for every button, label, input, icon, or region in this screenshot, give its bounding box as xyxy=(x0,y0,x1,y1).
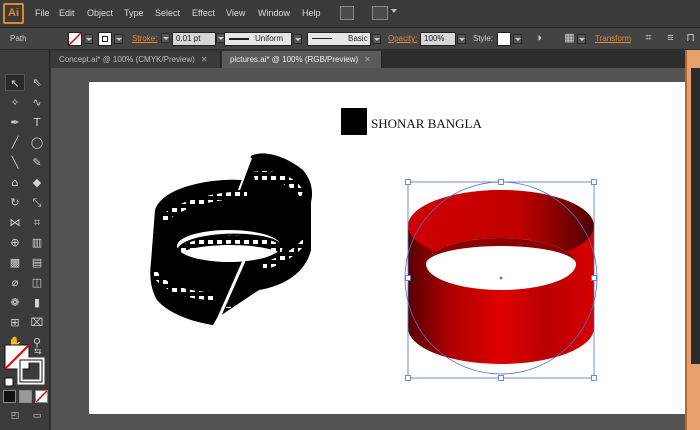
slice-tool-icon[interactable]: ⌧ xyxy=(27,314,47,331)
screen-mode-icon[interactable]: ▭ xyxy=(27,408,47,425)
tab-concept[interactable]: Concept.ai* @ 100% (CMYK/Preview) ✕ xyxy=(51,51,221,68)
opacity-field[interactable]: 100% xyxy=(420,32,456,46)
shape-builder-tool-icon[interactable]: ⊕ xyxy=(5,234,25,251)
menu-type[interactable]: Type xyxy=(124,8,144,18)
selection-type-label: Path xyxy=(10,34,27,43)
magic-wand-tool-icon[interactable]: ✧ xyxy=(5,94,25,111)
profile-dropdown[interactable] xyxy=(293,34,302,44)
menu-effect[interactable]: Effect xyxy=(192,8,215,18)
opacity-dropdown[interactable] xyxy=(457,34,466,44)
gradient-mode-icon[interactable] xyxy=(19,390,32,403)
lasso-tool-icon[interactable]: ∿ xyxy=(27,94,47,111)
black-square-shape[interactable] xyxy=(341,108,367,135)
stroke-label[interactable]: Stroke: xyxy=(132,34,157,43)
film-reel-graphic[interactable] xyxy=(143,150,323,330)
tab-label: Concept.ai* @ 100% (CMYK/Preview) xyxy=(59,55,195,64)
scale-tool-icon[interactable]: ⤡ xyxy=(27,194,47,211)
pen-tool-icon[interactable]: ✒ xyxy=(5,114,25,131)
artboard-title[interactable]: SHONAR BANGLA xyxy=(371,116,482,132)
gradient-tool-icon[interactable]: ▤ xyxy=(27,254,47,271)
stroke-weight-field[interactable]: 0.01 pt xyxy=(172,32,216,46)
isolate-object-icon[interactable]: ⌗ xyxy=(642,32,655,45)
color-mode-icon[interactable] xyxy=(3,390,16,403)
close-icon[interactable]: ✕ xyxy=(201,55,208,64)
column-graph-tool-icon[interactable]: ▮ xyxy=(27,294,47,311)
align-grid-icon[interactable]: ▦ xyxy=(563,32,576,45)
rotate-tool-icon[interactable]: ↻ xyxy=(5,194,25,211)
eraser-tool-icon[interactable]: ◆ xyxy=(27,174,47,191)
none-mode-icon[interactable] xyxy=(35,390,48,403)
red-ring-graphic[interactable] xyxy=(404,178,604,388)
document-tab-bar: Concept.ai* @ 100% (CMYK/Preview) ✕ pictu… xyxy=(51,51,700,68)
variable-width-profile[interactable]: Uniform xyxy=(224,32,292,46)
selection-tool-icon[interactable]: ↖ xyxy=(5,74,25,91)
fill-stroke-widget-icon[interactable]: ⇆ xyxy=(4,344,46,390)
fill-dropdown[interactable] xyxy=(84,34,93,44)
transform-label[interactable]: Transform xyxy=(595,34,631,43)
ellipse-tool-icon[interactable]: ◯ xyxy=(27,134,47,151)
arrange-documents-icon[interactable] xyxy=(372,6,388,20)
brush-label: Basic xyxy=(348,34,368,43)
bridge-icon[interactable] xyxy=(340,6,354,20)
app-logo: Ai xyxy=(3,3,24,24)
mesh-tool-icon[interactable]: ▩ xyxy=(5,254,25,271)
graphic-style-swatch[interactable] xyxy=(497,32,511,46)
panel-body xyxy=(691,68,700,364)
menu-bar: Ai File Edit Object Type Select Effect V… xyxy=(0,0,700,28)
opacity-label[interactable]: Opacity: xyxy=(388,34,417,43)
blend-tool-icon[interactable]: ◫ xyxy=(27,274,47,291)
recolor-artwork-icon[interactable]: ◑ xyxy=(532,32,545,45)
menu-view[interactable]: View xyxy=(226,8,245,18)
stroke-swatch[interactable] xyxy=(98,32,112,46)
artboard-tool-icon[interactable]: ⊞ xyxy=(5,314,25,331)
direct-selection-tool-icon[interactable]: ⇖ xyxy=(27,74,47,91)
menu-file[interactable]: File xyxy=(35,8,50,18)
symbol-sprayer-tool-icon[interactable]: ❁ xyxy=(5,294,25,311)
menu-object[interactable]: Object xyxy=(87,8,113,18)
artboard[interactable]: SHONAR BANGLA xyxy=(89,82,685,414)
collapsed-panel-dock[interactable] xyxy=(685,50,700,430)
menu-edit[interactable]: Edit xyxy=(59,8,75,18)
none-swatch-icon xyxy=(69,33,81,45)
tab-pictures[interactable]: pictures.ai* @ 100% (RGB/Preview) ✕ xyxy=(222,51,382,68)
stroke-weight-stepper[interactable] xyxy=(161,33,170,43)
profile-label: Uniform xyxy=(255,34,284,43)
eyedropper-tool-icon[interactable]: ⌀ xyxy=(5,274,25,291)
svg-text:⇆: ⇆ xyxy=(34,347,42,357)
style-label: Style: xyxy=(473,34,494,43)
blob-brush-tool-icon[interactable]: ⌂ xyxy=(5,174,25,191)
control-bar: Path Stroke: 0.01 pt Uniform Basic Opaci… xyxy=(0,28,700,50)
menu-select[interactable]: Select xyxy=(155,8,180,18)
canvas-area[interactable]: SHONAR BANGLA xyxy=(51,68,685,430)
paintbrush-tool-icon[interactable]: ╲ xyxy=(5,154,25,171)
perspective-grid-tool-icon[interactable]: ▥ xyxy=(27,234,47,251)
pencil-tool-icon[interactable]: ✎ xyxy=(27,154,47,171)
line-segment-tool-icon[interactable]: ╱ xyxy=(5,134,25,151)
tools-panel: ↖ ⇖ ✧ ∿ ✒ T ╱ ◯ ╲ ✎ ⌂ ◆ ↻ ⤡ ⋈ ⌗ ⊕ ▥ ▩ ▤ … xyxy=(0,50,50,430)
brush-definition[interactable]: Basic xyxy=(307,32,371,46)
width-tool-icon[interactable]: ⋈ xyxy=(5,214,25,231)
panel-menu-icon[interactable]: ≡ xyxy=(664,32,677,45)
align-dropdown[interactable] xyxy=(577,34,586,44)
fill-swatch[interactable] xyxy=(68,32,82,46)
menu-help[interactable]: Help xyxy=(302,8,321,18)
chevron-down-icon[interactable] xyxy=(391,9,397,13)
menu-window[interactable]: Window xyxy=(258,8,290,18)
free-transform-tool-icon[interactable]: ⌗ xyxy=(27,214,47,231)
draw-mode-icon[interactable]: ◰ xyxy=(5,408,25,425)
brush-dropdown[interactable] xyxy=(372,34,381,44)
stroke-dropdown[interactable] xyxy=(114,34,123,44)
tab-label: pictures.ai* @ 100% (RGB/Preview) xyxy=(230,55,359,64)
shape-icon[interactable]: ⊓ xyxy=(684,32,697,45)
style-dropdown[interactable] xyxy=(513,34,522,44)
type-tool-icon[interactable]: T xyxy=(27,114,47,131)
close-icon[interactable]: ✕ xyxy=(364,55,371,64)
